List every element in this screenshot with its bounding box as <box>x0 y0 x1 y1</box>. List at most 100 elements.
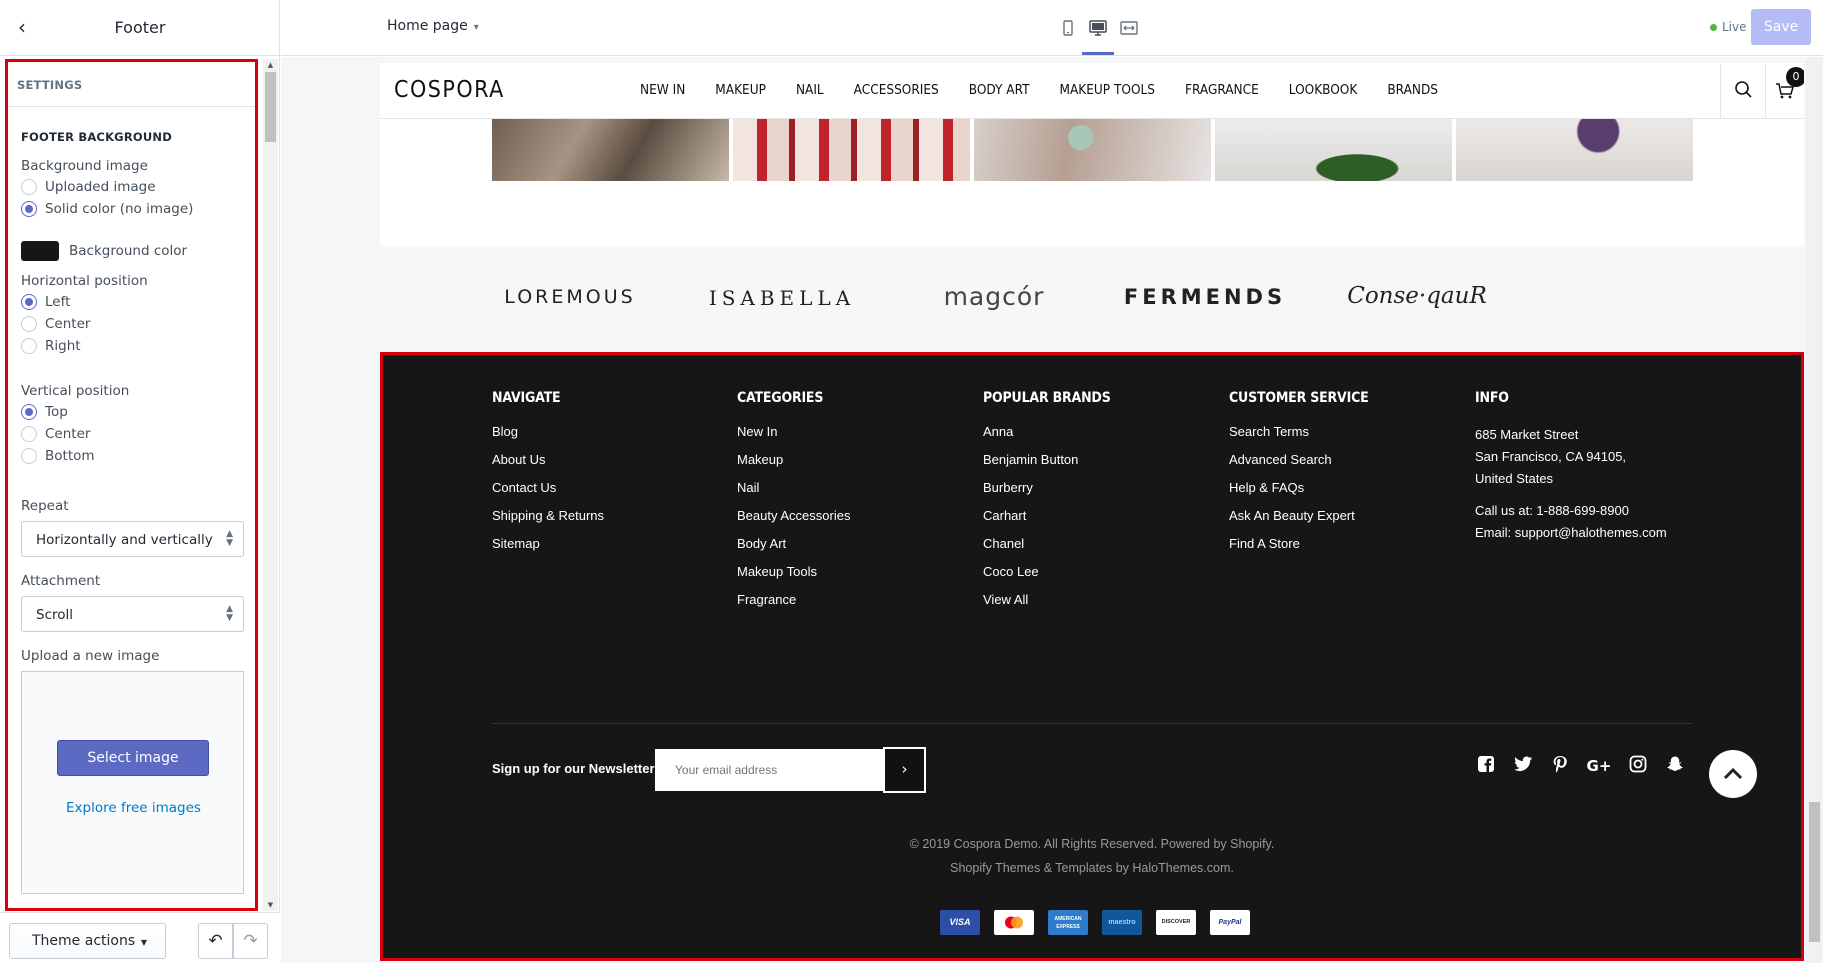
footer-column-customer-service: CUSTOMER SERVICE Search Terms Advanced Se… <box>1229 390 1469 564</box>
footer-link[interactable]: View All <box>983 592 1223 620</box>
footer-link[interactable]: Body Art <box>737 536 977 564</box>
select-image-button[interactable]: Select image <box>57 740 209 776</box>
brand-logo[interactable]: magcór <box>884 282 1104 311</box>
nav-item-body-art[interactable]: BODY ART <box>969 82 1030 98</box>
radio-vertical-bottom[interactable]: Bottom <box>21 446 95 466</box>
save-button[interactable]: Save <box>1751 9 1811 45</box>
newsletter-submit-chevron-icon[interactable]: › <box>883 747 926 793</box>
repeat-select[interactable]: Horizontally and vertically ▲ ▼ <box>21 521 244 557</box>
footer-link[interactable]: Blog <box>492 424 732 452</box>
nav-item-brands[interactable]: BRANDS <box>1387 82 1438 98</box>
footer-link[interactable]: Shipping & Returns <box>492 508 732 536</box>
twitter-icon[interactable] <box>1511 755 1535 777</box>
brand-logos-strip: LOREMOUS ISABELLA magcór FERMENDS Conse·… <box>380 246 1804 352</box>
store-header: COSPORA NEW IN MAKEUP NAIL ACCESSORIES BODY … <box>380 63 1804 119</box>
cart-icon[interactable]: 0 <box>1765 63 1804 119</box>
instagram-photo-strip <box>492 119 1697 181</box>
mobile-icon[interactable] <box>1056 16 1080 40</box>
footer-link[interactable]: Coco Lee <box>983 564 1223 592</box>
footer-link[interactable]: Fragrance <box>737 592 977 620</box>
footer-link[interactable]: Chanel <box>983 536 1223 564</box>
footer-link[interactable]: About Us <box>492 452 732 480</box>
caret-down-icon: ▼ <box>140 938 147 947</box>
footer-column-title: INFO <box>1475 390 1509 406</box>
footer-link[interactable]: Beauty Accessories <box>737 508 977 536</box>
gallery-photo[interactable] <box>1456 119 1693 181</box>
radio-vertical-top[interactable]: Top <box>21 402 68 422</box>
brand-logo[interactable]: ISABELLA <box>672 286 892 310</box>
back-to-top-chevron-up-icon[interactable] <box>1709 750 1757 798</box>
footer-link[interactable]: Contact Us <box>492 480 732 508</box>
footer-link[interactable]: Find A Store <box>1229 536 1469 564</box>
footer-link[interactable]: Anna <box>983 424 1223 452</box>
footer-link[interactable]: New In <box>737 424 977 452</box>
footer-link[interactable]: Sitemap <box>492 536 732 564</box>
nav-item-lookbook[interactable]: LOOKBOOK <box>1289 82 1358 98</box>
page-selector[interactable]: Home page ▾ <box>387 18 479 34</box>
nav-item-makeup[interactable]: MAKEUP <box>715 82 766 98</box>
footer-links: Anna Benjamin Button Burberry Carhart Chanel… <box>983 424 1223 620</box>
newsletter-email-input[interactable] <box>655 749 884 791</box>
undo-icon[interactable]: ↶ <box>198 923 233 959</box>
sidebar-scrollbar[interactable]: ▲ ▼ <box>263 59 278 911</box>
radio-horizontal-right[interactable]: Right <box>21 336 81 356</box>
explore-free-images-link[interactable]: Explore free images <box>22 800 245 816</box>
scrollbar-thumb[interactable] <box>1809 802 1820 942</box>
footer-link[interactable]: Search Terms <box>1229 424 1469 452</box>
background-color-picker[interactable]: Background color <box>21 241 187 261</box>
image-upload-dropzone[interactable]: Select image Explore free images <box>21 671 244 894</box>
footer-link[interactable]: Help & FAQs <box>1229 480 1469 508</box>
scroll-down-arrow-icon[interactable]: ▼ <box>263 899 278 911</box>
desktop-icon[interactable] <box>1086 16 1110 40</box>
store-preview-frame: COSPORA NEW IN MAKEUP NAIL ACCESSORIES BODY … <box>380 63 1804 961</box>
social-links: G+ <box>1474 755 1700 777</box>
store-logo[interactable]: COSPORA <box>394 77 505 103</box>
footer-column-categories: CATEGORIES New In Makeup Nail Beauty Access… <box>737 390 977 620</box>
search-icon[interactable] <box>1720 63 1765 119</box>
theme-actions-button[interactable]: Theme actions ▼ <box>9 923 166 959</box>
gallery-photo[interactable] <box>733 119 970 181</box>
select-arrows-icon: ▲ ▼ <box>226 604 233 623</box>
gallery-photo[interactable] <box>492 119 729 181</box>
radio-horizontal-center[interactable]: Center <box>21 314 90 334</box>
footer-link[interactable]: Carhart <box>983 508 1223 536</box>
nav-item-makeup-tools[interactable]: MAKEUP TOOLS <box>1059 82 1155 98</box>
color-swatch[interactable] <box>21 241 59 261</box>
fullscreen-icon[interactable] <box>1117 16 1141 40</box>
radio-uploaded-image[interactable]: Uploaded image <box>21 177 156 197</box>
email-text: Email: support@halothemes.com <box>1475 525 1667 540</box>
radio-horizontal-left[interactable]: Left <box>21 292 70 312</box>
gallery-photo[interactable] <box>1215 119 1452 181</box>
nav-item-new-in[interactable]: NEW IN <box>640 82 685 98</box>
redo-icon[interactable]: ↷ <box>233 923 268 959</box>
footer-link[interactable]: Makeup <box>737 452 977 480</box>
scrollbar-thumb[interactable] <box>265 72 276 142</box>
facebook-icon[interactable] <box>1474 755 1498 777</box>
radio-label: Right <box>45 338 81 354</box>
footer-link[interactable]: Benjamin Button <box>983 452 1223 480</box>
brand-logo[interactable]: Conse·qauR <box>1307 283 1527 309</box>
radio-vertical-center[interactable]: Center <box>21 424 90 444</box>
footer-background-heading: FOOTER BACKGROUND <box>21 130 172 144</box>
footer-link[interactable]: Burberry <box>983 480 1223 508</box>
brand-logo[interactable]: LOREMOUS <box>460 286 680 308</box>
nav-item-nail[interactable]: NAIL <box>796 82 824 98</box>
nav-item-accessories[interactable]: ACCESSORIES <box>854 82 939 98</box>
attachment-select[interactable]: Scroll ▲ ▼ <box>21 596 244 632</box>
footer-link[interactable]: Advanced Search <box>1229 452 1469 480</box>
footer-link[interactable]: Makeup Tools <box>737 564 977 592</box>
snapchat-icon[interactable] <box>1663 755 1687 777</box>
preview-scrollbar[interactable] <box>1806 57 1823 963</box>
google-plus-icon[interactable]: G+ <box>1585 755 1613 777</box>
vertical-position-label: Vertical position <box>21 383 130 399</box>
nav-item-fragrance[interactable]: FRAGRANCE <box>1185 82 1259 98</box>
instagram-icon[interactable] <box>1626 755 1650 777</box>
brand-logo[interactable]: FERMENDS <box>1095 285 1315 309</box>
gallery-photo[interactable] <box>974 119 1211 181</box>
attachment-value: Scroll <box>36 607 74 623</box>
footer-link[interactable]: Ask An Beauty Expert <box>1229 508 1469 536</box>
radio-solid-color[interactable]: Solid color (no image) <box>21 199 193 219</box>
scroll-up-arrow-icon[interactable]: ▲ <box>263 59 278 71</box>
pinterest-icon[interactable] <box>1548 755 1572 777</box>
footer-link[interactable]: Nail <box>737 480 977 508</box>
